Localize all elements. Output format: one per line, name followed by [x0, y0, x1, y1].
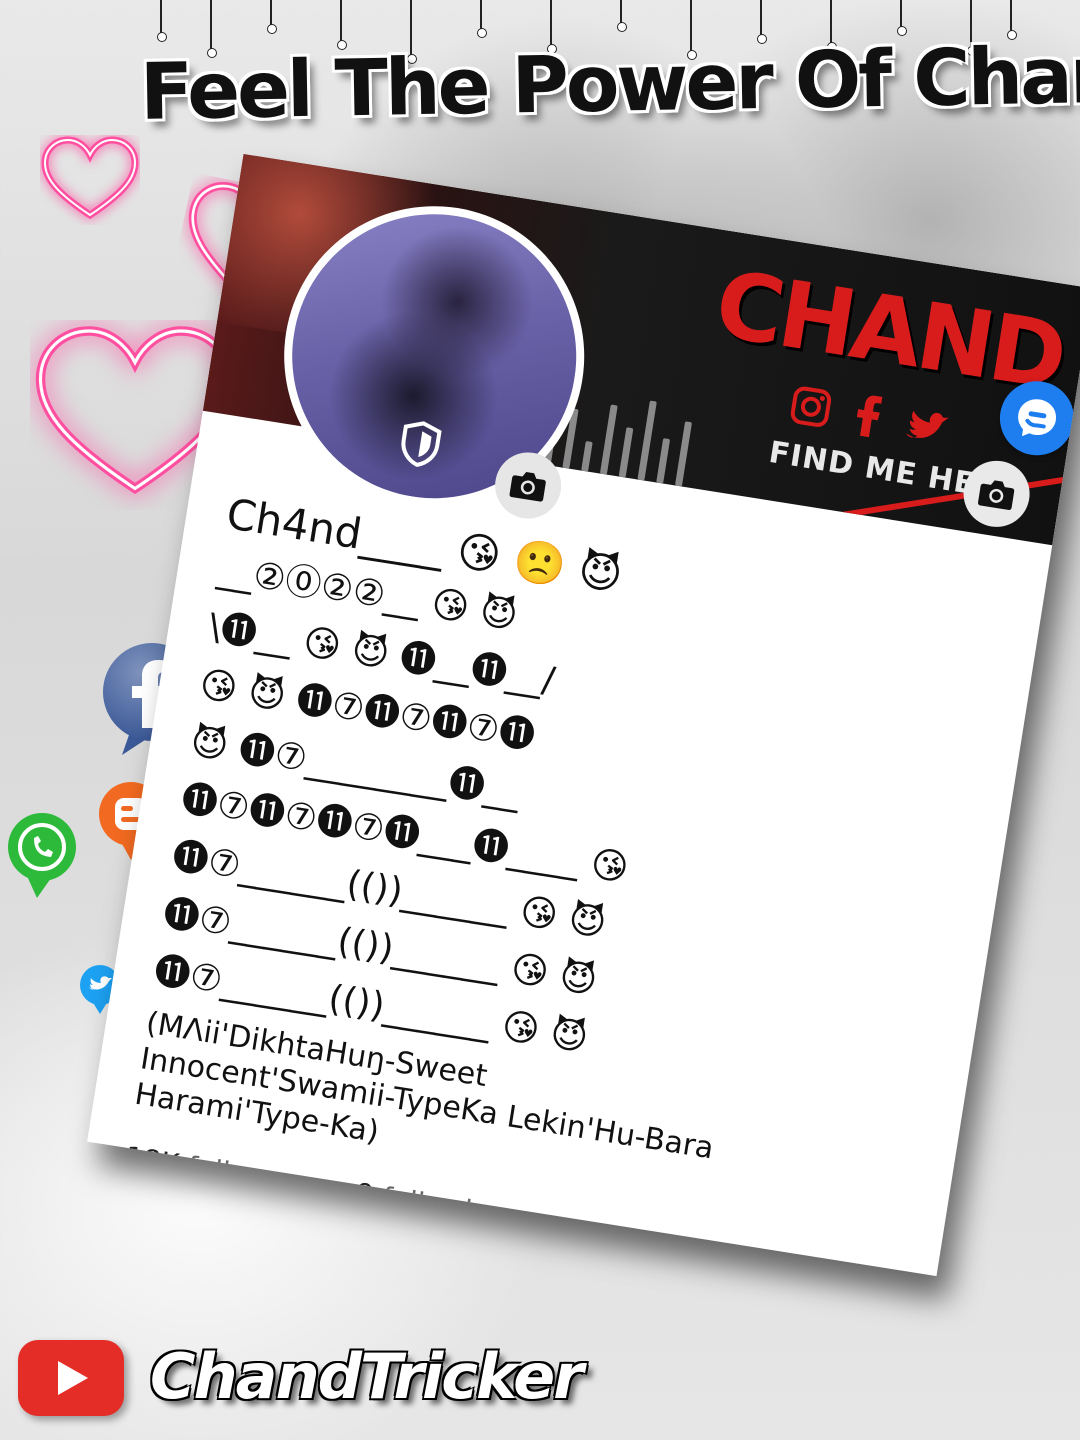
- following-count: 9: [353, 1176, 376, 1212]
- channel-name[interactable]: ChandTricker: [150, 1340, 584, 1413]
- followers-label: followers: [184, 1149, 315, 1203]
- profile-card: CHAND FIND ME HERE Ch4nd____ 😘 🙁 😈 __②⓪②…: [87, 153, 1080, 1277]
- cover-social-icons: [788, 383, 953, 450]
- messenger-icon: [1018, 399, 1057, 437]
- instagram-icon: [790, 386, 832, 427]
- whatsapp-icon[interactable]: [5, 810, 80, 900]
- followers-link[interactable]: 18K followers: [123, 1140, 315, 1202]
- youtube-logo-button[interactable]: [18, 1340, 124, 1416]
- profile-bio: Ch4nd____ 😘 🙁 😈 __②⓪②②__ 😘 😈 \⓫__ 😘 😈 ⓫_…: [123, 486, 1012, 1276]
- shield-icon: [401, 421, 442, 467]
- twitter-icon: [906, 410, 949, 438]
- camera-icon: [509, 472, 546, 502]
- following-label: following: [379, 1180, 510, 1233]
- stats-separator: •: [322, 1171, 345, 1207]
- camera-icon: [978, 480, 1015, 510]
- facebook-icon: [856, 395, 883, 438]
- profile-card-surface: CHAND FIND ME HERE Ch4nd____ 😘 🙁 😈 __②⓪②…: [87, 153, 1080, 1277]
- followers-count: 18K: [122, 1139, 182, 1181]
- neon-heart-icon: [41, 136, 139, 220]
- following-link[interactable]: 9 following: [353, 1176, 509, 1232]
- page-title: Feel The Power Of Chand: [139, 29, 1080, 138]
- youtube-icon: [58, 1361, 88, 1395]
